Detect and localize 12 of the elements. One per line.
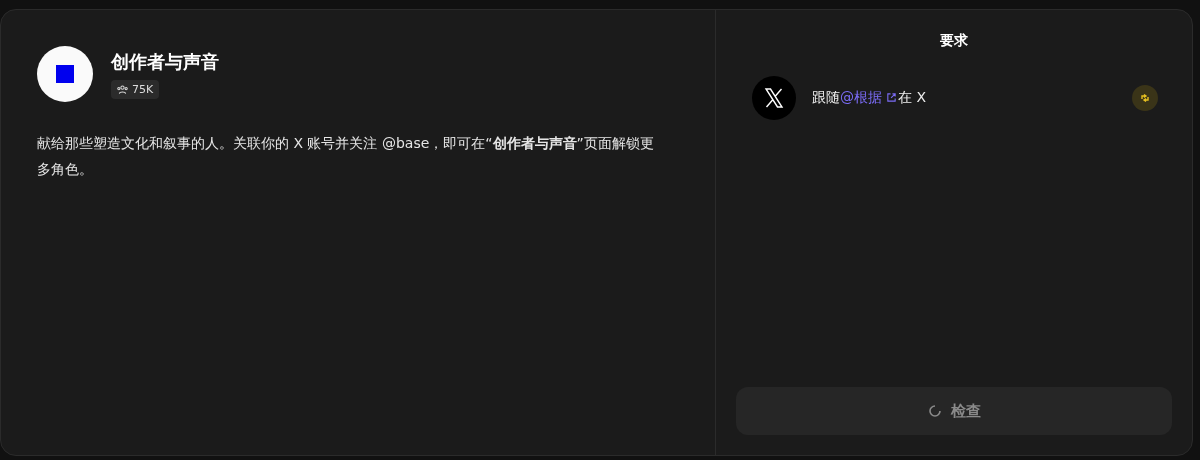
logo-icon [37,46,93,102]
refresh-icon[interactable] [1132,85,1158,111]
requirement-text: 跟随@根据 在 X [812,89,928,107]
spinner-icon [927,403,943,419]
people-icon [117,83,128,95]
description: 献给那些塑造文化和叙事的人。关联你的 X 账号并关注 @base，即可在“创作者与声音”页面解锁更多角色。 [37,134,655,179]
external-link-icon [886,92,897,103]
x-logo-icon [752,76,796,120]
requirements-title: 要求 [940,32,968,50]
member-count: 75K [111,79,160,99]
community-title: 创作者与声音 [111,49,219,74]
account-link[interactable]: @根据 [840,89,882,105]
